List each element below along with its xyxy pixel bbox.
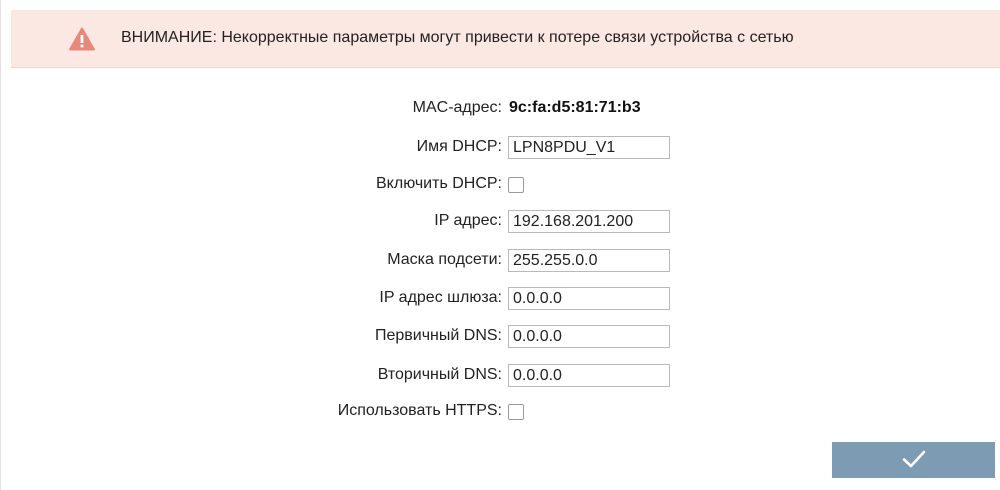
settings-panel: ВНИМАНИЕ: Некорректные параметры могут п… [0,0,1000,490]
dhcp-enable-row: Включить DHCP: [1,173,1000,197]
gateway-input[interactable]: 0.0.0.0 [508,287,670,310]
ip-label: IP адрес: [434,212,502,229]
warning-triangle-icon [69,27,95,51]
dhcp-enable-checkbox[interactable] [508,177,524,193]
dns-secondary-input[interactable]: 0.0.0.0 [508,364,670,387]
dns-primary-input[interactable]: 0.0.0.0 [508,325,670,348]
ip-row: IP адрес: 192.168.201.200 [1,210,1000,234]
mask-row: Маска подсети: 255.255.0.0 [1,249,1000,273]
checkmark-icon [902,450,926,471]
ip-input[interactable]: 192.168.201.200 [508,210,670,233]
gateway-row: IP адрес шлюза: 0.0.0.0 [1,287,1000,311]
dhcp-name-row: Имя DHCP: LPN8PDU_V1 [1,136,1000,160]
mask-input[interactable]: 255.255.0.0 [508,249,670,272]
mask-label: Маска подсети: [387,251,502,268]
gateway-label: IP адрес шлюза: [379,289,502,306]
apply-button[interactable] [832,442,995,478]
dns-secondary-label: Вторичный DNS: [377,366,502,383]
dhcp-name-input[interactable]: LPN8PDU_V1 [508,136,670,159]
dhcp-name-label: Имя DHCP: [416,138,502,155]
dhcp-enable-label: Включить DHCP: [376,175,502,192]
mac-label: MAC-адрес: [412,99,502,116]
https-label: Использовать HTTPS: [337,402,502,419]
warning-text: ВНИМАНИЕ: Некорректные параметры могут п… [121,29,794,46]
https-row: Использовать HTTPS: [1,400,1000,424]
mac-value: 9c:fa:d5:81:71:b3 [509,99,641,116]
mac-row: MAC-адрес: 9c:fa:d5:81:71:b3 [1,97,1000,121]
https-checkbox[interactable] [508,404,524,420]
dns-primary-label: Первичный DNS: [374,327,502,344]
dns-secondary-row: Вторичный DNS: 0.0.0.0 [1,364,1000,388]
dns-primary-row: Первичный DNS: 0.0.0.0 [1,325,1000,349]
warning-banner: ВНИМАНИЕ: Некорректные параметры могут п… [11,10,1000,68]
